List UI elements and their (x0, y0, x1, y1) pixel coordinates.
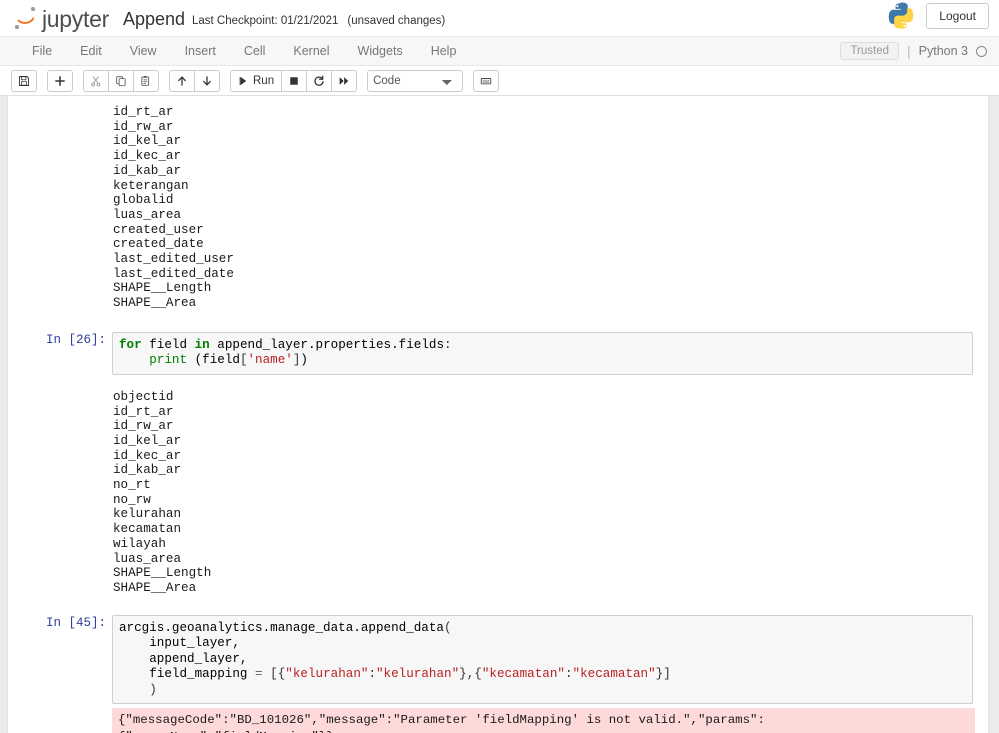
menu-bar: File Edit View Insert Cell Kernel Widget… (0, 36, 999, 66)
insert-cell-below-button[interactable] (47, 69, 73, 92)
interrupt-kernel-button[interactable] (281, 69, 308, 92)
code-cell-26[interactable]: In [26]: for field in append_layer.prope… (9, 331, 987, 375)
toolbar-group-insert (47, 69, 73, 92)
menu-item-kernel[interactable]: Kernel (279, 40, 343, 62)
paste-cell-button[interactable] (133, 69, 159, 92)
copy-cell-button[interactable] (108, 69, 134, 92)
output-fields-list-1: id_rt_ar id_rw_ar id_kel_ar id_kec_ar id… (113, 105, 234, 311)
notebook-container: id_rt_ar id_rw_ar id_kel_ar id_kec_ar id… (9, 96, 987, 733)
left-scroll-gutter[interactable] (0, 96, 8, 733)
jupyter-wordmark: jupyter (42, 5, 109, 32)
menu-item-edit[interactable]: Edit (66, 40, 116, 62)
menu-item-view[interactable]: View (116, 40, 171, 62)
kernel-name-label[interactable]: Python 3 (919, 44, 968, 58)
menu-item-insert[interactable]: Insert (171, 40, 230, 62)
menubar-right-group: Trusted | Python 3 (840, 42, 991, 60)
code-editor-45[interactable]: arcgis.geoanalytics.manage_data.append_d… (112, 614, 973, 705)
move-cell-down-button[interactable] (194, 69, 220, 92)
output-error-append-data: {"messageCode":"BD_101026","message":"Pa… (112, 708, 975, 733)
notebook-name[interactable]: Append (123, 9, 185, 30)
right-scroll-gutter[interactable] (988, 96, 999, 733)
menu-item-widgets[interactable]: Widgets (344, 40, 417, 62)
menu-item-file[interactable]: File (18, 40, 66, 62)
last-checkpoint-label: Last Checkpoint: 01/21/2021 (192, 15, 339, 27)
save-button[interactable] (11, 69, 37, 92)
trusted-badge[interactable]: Trusted (840, 42, 900, 60)
toolbar-group-clipboard (83, 69, 159, 92)
toolbar-group-save (11, 69, 37, 92)
run-cell-label: Run (253, 74, 275, 87)
notebook-header: jupyter Append Last Checkpoint: 01/21/20… (0, 0, 999, 36)
code-editor-26[interactable]: for field in append_layer.properties.fie… (112, 331, 973, 375)
restart-kernel-button[interactable] (306, 69, 333, 92)
cell-type-select[interactable]: Code Markdown Raw NBConvert Heading (367, 69, 464, 92)
run-cell-button[interactable]: Run (230, 69, 283, 92)
jupyter-logo-icon (12, 5, 38, 31)
toolbar-group-palette (473, 69, 500, 92)
menu-item-cell[interactable]: Cell (230, 40, 280, 62)
code-cell-45[interactable]: In [45]: arcgis.geoanalytics.manage_data… (9, 614, 987, 705)
jupyter-logo-link[interactable]: jupyter (12, 5, 109, 31)
logout-button[interactable]: Logout (926, 2, 989, 30)
python-logo-icon (888, 2, 914, 30)
output-fields-list-2: objectid id_rt_ar id_rw_ar id_kel_ar id_… (113, 389, 212, 595)
menu-item-help[interactable]: Help (417, 40, 471, 62)
modified-status-label: (unsaved changes) (347, 15, 446, 27)
input-prompt-26: In [26]: (45, 332, 106, 347)
cut-cell-button[interactable] (83, 69, 109, 92)
kernel-separator: | (907, 43, 911, 59)
move-cell-up-button[interactable] (169, 69, 195, 92)
input-prompt-45: In [45]: (45, 615, 106, 630)
toolbar-group-move (169, 69, 220, 92)
kernel-idle-circle-icon (976, 45, 987, 57)
output-cell-2: objectid id_rt_ar id_rw_ar id_kel_ar id_… (9, 389, 987, 597)
notebook-toolbar: Run Code Markdown Raw NBConvert Heading (0, 66, 999, 96)
header-right-group: Logout (888, 2, 989, 30)
toolbar-group-run: Run (230, 69, 358, 92)
command-palette-button[interactable] (473, 69, 500, 92)
restart-and-run-all-button[interactable] (331, 69, 358, 92)
error-output-cell: {"messageCode":"BD_101026","message":"Pa… (9, 708, 987, 733)
output-cell-1: id_rt_ar id_rw_ar id_kel_ar id_kec_ar id… (9, 104, 987, 312)
notebook-panel: id_rt_ar id_rw_ar id_kel_ar id_kec_ar id… (0, 96, 999, 733)
